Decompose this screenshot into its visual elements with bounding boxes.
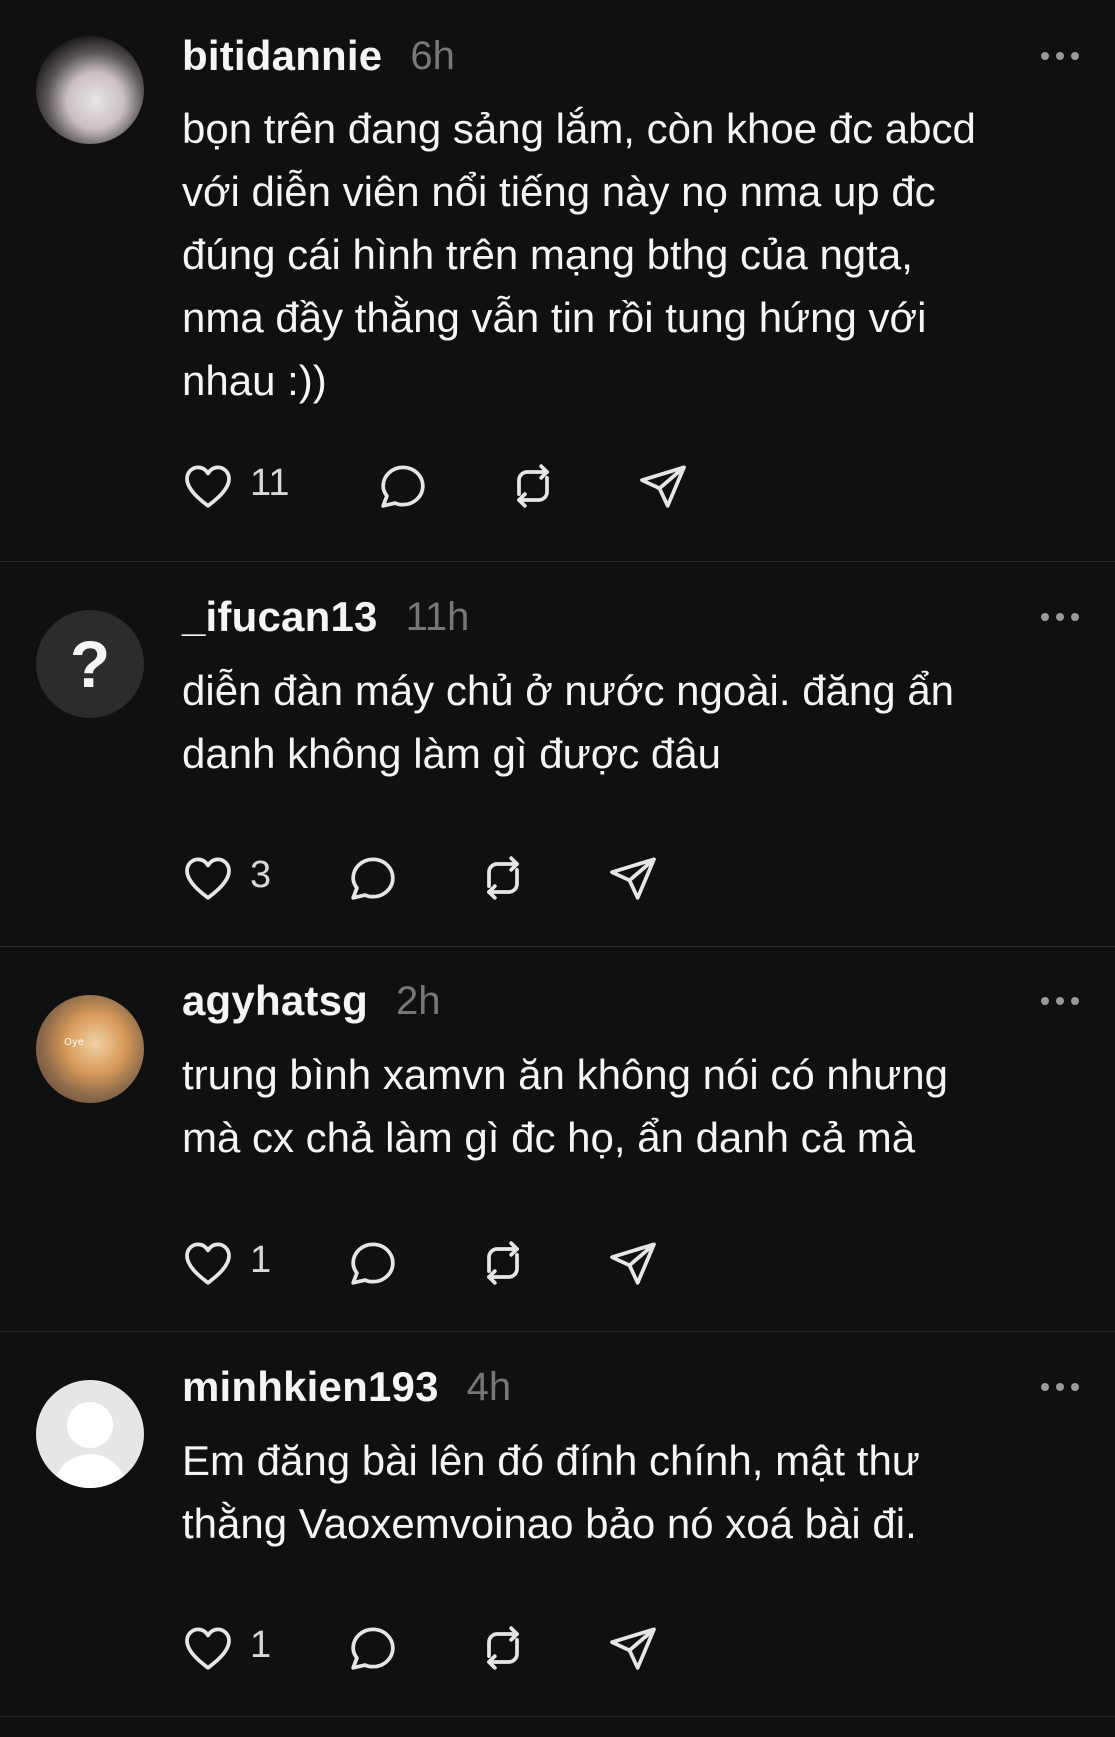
like-button[interactable]: 1 <box>180 1233 271 1293</box>
share-button[interactable] <box>605 848 661 908</box>
avatar-caption: Oye <box>64 1037 84 1048</box>
default-avatar-head <box>67 1402 113 1448</box>
username[interactable]: bitidannie <box>182 32 382 80</box>
username[interactable]: agyhatsg <box>182 977 368 1025</box>
default-avatar-body <box>53 1454 127 1488</box>
avatar-question-glyph: ? <box>69 627 111 701</box>
repost-button[interactable] <box>475 1618 531 1678</box>
like-button[interactable]: 1 <box>180 1618 271 1678</box>
more-options-icon[interactable] <box>1035 987 1085 1015</box>
post-time: 11h <box>405 594 470 639</box>
like-count: 3 <box>250 853 272 896</box>
reply-post: minhkien193 4h Em đăng bài lên đó đính c… <box>0 1332 1115 1717</box>
share-button[interactable] <box>635 456 691 516</box>
like-count: 1 <box>250 1623 272 1666</box>
reply-button[interactable] <box>375 456 431 516</box>
like-button[interactable]: 3 <box>180 848 271 908</box>
repost-button[interactable] <box>505 456 561 516</box>
like-button[interactable]: 11 <box>180 456 289 516</box>
avatar[interactable] <box>36 36 144 144</box>
more-options-icon[interactable] <box>1035 42 1085 70</box>
repost-button[interactable] <box>475 848 531 908</box>
share-button[interactable] <box>605 1618 661 1678</box>
heart-icon <box>185 465 231 508</box>
post-header: minhkien193 4h <box>182 1357 1085 1417</box>
avatar[interactable]: ? <box>36 610 144 718</box>
comment-icon <box>381 465 426 508</box>
post-text: trung bình xamvn ăn không nói có nhưng m… <box>182 1051 948 1161</box>
send-icon <box>610 857 657 900</box>
repost-button[interactable] <box>475 1233 531 1293</box>
reply-post: ? _ifucan13 11h diễn đàn máy chủ ở nước … <box>0 562 1115 947</box>
send-icon <box>640 465 687 508</box>
post-time: 6h <box>410 33 455 78</box>
post-header: agyhatsg 2h <box>182 971 1085 1031</box>
more-options-icon[interactable] <box>1035 603 1085 631</box>
post-text: diễn đàn máy chủ ở nước ngoài. đăng ẩn d… <box>182 667 955 777</box>
reply-button[interactable] <box>345 848 401 908</box>
action-bar: 11 <box>180 456 691 516</box>
heart-icon <box>185 1242 231 1285</box>
post-text: bọn trên đang sảng lắm, còn khoe đc abcd… <box>182 105 976 404</box>
comment-icon <box>351 1627 395 1670</box>
reply-button[interactable] <box>345 1233 401 1293</box>
post-time: 4h <box>466 1364 512 1409</box>
username[interactable]: _ifucan13 <box>182 593 378 641</box>
avatar[interactable]: Oye <box>36 995 144 1103</box>
more-options-icon[interactable] <box>1035 1373 1085 1401</box>
reply-button[interactable] <box>345 1618 401 1678</box>
like-count: 11 <box>250 461 290 504</box>
action-bar: 3 <box>180 848 661 908</box>
username[interactable]: minhkien193 <box>182 1363 439 1411</box>
share-button[interactable] <box>605 1233 661 1293</box>
post-header: _ifucan13 11h <box>182 587 1085 647</box>
thread-replies-feed: bitidannie 6h bọn trên đang sảng lắm, cò… <box>0 0 1115 1737</box>
comment-icon <box>351 857 395 900</box>
send-icon <box>610 1627 657 1670</box>
like-count: 1 <box>250 1238 272 1281</box>
post-text: Em đăng bài lên đó đính chính, mật thư t… <box>182 1437 920 1547</box>
repost-icon <box>517 464 550 508</box>
heart-icon <box>185 1627 231 1670</box>
post-time: 2h <box>396 978 441 1023</box>
reply-post: bitidannie 6h bọn trên đang sảng lắm, cò… <box>0 0 1115 562</box>
post-header: bitidannie 6h <box>182 26 1085 86</box>
action-bar: 1 <box>180 1618 661 1678</box>
repost-icon <box>487 856 520 900</box>
send-icon <box>610 1242 657 1285</box>
comment-icon <box>351 1242 395 1285</box>
repost-icon <box>487 1241 520 1285</box>
action-bar: 1 <box>180 1233 661 1293</box>
repost-icon <box>487 1626 520 1670</box>
reply-post: Oye agyhatsg 2h trung bình xamvn ăn khôn… <box>0 947 1115 1332</box>
heart-icon <box>185 857 231 900</box>
avatar[interactable] <box>36 1380 144 1488</box>
